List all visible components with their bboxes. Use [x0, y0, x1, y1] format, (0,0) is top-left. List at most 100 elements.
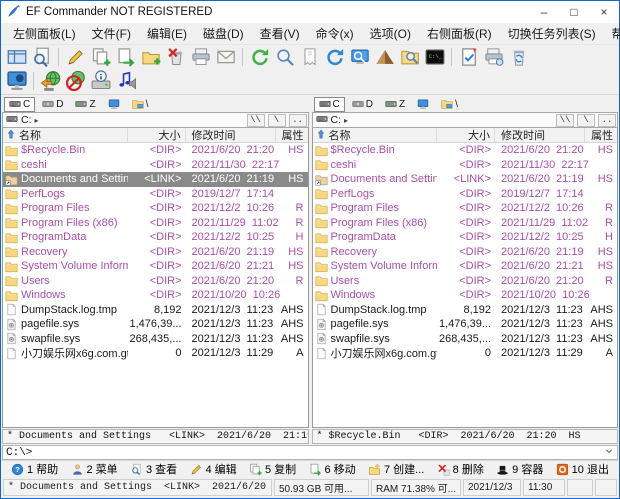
fkey-1[interactable]: ? 1 帮助	[11, 461, 58, 477]
menu-item[interactable]: 文件(F)	[84, 23, 139, 44]
preview-icon[interactable]	[29, 46, 54, 68]
file-row[interactable]: PerfLogs <DIR> 2019/12/7 17:14	[313, 187, 618, 202]
menu-item[interactable]: 帮助(H)	[604, 23, 620, 44]
fkey-3[interactable]: 3 查看	[130, 461, 177, 477]
column-header-size[interactable]: 大小	[437, 128, 495, 142]
fkey-10[interactable]: 10 退出	[556, 461, 609, 477]
minimize-button[interactable]: –	[529, 1, 559, 23]
column-header-modified[interactable]: 修改时间	[186, 128, 276, 142]
file-row[interactable]: swapfile.sys 268,435,... 2021/12/3 11:23 AH…	[3, 332, 308, 347]
compare-icon[interactable]	[297, 46, 322, 68]
command-line[interactable]: C:\>	[2, 445, 618, 460]
desktop-icon[interactable]	[4, 70, 29, 92]
print-icon[interactable]	[188, 46, 213, 68]
file-row[interactable]: Program Files <DIR> 2021/12/2 10:26 R	[3, 201, 308, 216]
file-row[interactable]: $Recycle.Bin <DIR> 2021/6/20 21:20 HS	[3, 143, 308, 158]
menu-item[interactable]: 磁盘(D)	[195, 23, 252, 44]
file-row[interactable]: pagefile.sys 1,476,39... 2021/12/3 11:23 AH…	[313, 317, 618, 332]
file-row[interactable]: Users <DIR> 2021/6/20 21:20 R	[3, 274, 308, 289]
file-row[interactable]: ceshi <DIR> 2021/11/30 22:17	[313, 158, 618, 173]
copy-icon[interactable]	[88, 46, 113, 68]
options-check-icon[interactable]	[456, 46, 481, 68]
file-row[interactable]: PerfLogs <DIR> 2019/12/7 17:14	[3, 187, 308, 202]
close-button[interactable]: ×	[589, 1, 619, 23]
column-header-attrs[interactable]: 属性	[585, 128, 617, 142]
column-header-attrs[interactable]: 属性	[276, 128, 308, 142]
recycle-bin-icon[interactable]	[506, 46, 531, 68]
drive-tab-D[interactable]: D	[37, 97, 68, 112]
fkey-2[interactable]: 2 菜单	[71, 461, 118, 477]
drive-tab-\[interactable]: \	[127, 97, 154, 112]
move-icon[interactable]	[113, 46, 138, 68]
mail-icon[interactable]	[213, 46, 238, 68]
left-path-bar[interactable]: C: ▸ \\ \ ..	[2, 112, 309, 128]
right-root-button[interactable]: \	[577, 113, 595, 127]
file-row[interactable]: ProgramData <DIR> 2021/12/2 10:25 H	[3, 230, 308, 245]
drive-tab-desktop[interactable]	[103, 97, 125, 112]
column-header-name[interactable]: 名称	[3, 128, 128, 142]
drive-tab-C[interactable]: C	[313, 96, 345, 112]
file-row[interactable]: DumpStack.log.tmp 8,192 2021/12/3 11:23 AHS	[313, 303, 618, 318]
map-network-drive-icon[interactable]	[38, 70, 63, 92]
file-row[interactable]: Users <DIR> 2021/6/20 21:20 R	[313, 274, 618, 289]
drive-tab-\[interactable]: \	[436, 97, 463, 112]
file-row[interactable]: Documents and Settings <LINK> 2021/6/20 21…	[313, 172, 618, 187]
folder-search-icon[interactable]	[397, 46, 422, 68]
file-row[interactable]: pagefile.sys 1,476,39... 2021/12/3 11:23 AH…	[3, 317, 308, 332]
file-row[interactable]: Recovery <DIR> 2021/6/20 21:19 HS	[3, 245, 308, 260]
right-parent-button[interactable]: ..	[598, 113, 616, 127]
drive-tab-D[interactable]: D	[347, 97, 378, 112]
left-parent-button[interactable]: ..	[288, 113, 307, 127]
file-row[interactable]: Windows <DIR> 2021/10/20 10:26	[313, 288, 618, 303]
file-row[interactable]: 小刀娱乐网x6g.com.gtxt 0 2021/12/3 11:29 A	[313, 346, 618, 361]
sounds-icon[interactable]	[113, 70, 138, 92]
path-expand-arrow-icon[interactable]: ▸	[344, 116, 348, 125]
fkey-9[interactable]: 9 容器	[496, 461, 543, 477]
pyramid-icon[interactable]	[372, 46, 397, 68]
file-row[interactable]: DumpStack.log.tmp 8,192 2021/12/3 11:23 AHS	[3, 303, 308, 318]
right-network-root-button[interactable]: \\	[556, 113, 574, 127]
delete-icon[interactable]	[163, 46, 188, 68]
new-folder-icon[interactable]	[138, 46, 163, 68]
file-row[interactable]: Windows <DIR> 2021/10/20 10:26	[3, 288, 308, 303]
left-network-root-button[interactable]: \\	[246, 113, 265, 127]
sync-icon[interactable]	[322, 46, 347, 68]
column-header-modified[interactable]: 修改时间	[495, 128, 585, 142]
file-row[interactable]: System Volume Informati... <DIR> 2021/6/20…	[3, 259, 308, 274]
refresh-icon[interactable]	[247, 46, 272, 68]
menu-item[interactable]: 编辑(E)	[139, 23, 195, 44]
file-row[interactable]: 小刀娱乐网x6g.com.gtxt 0 2021/12/3 11:29 A	[3, 346, 308, 361]
drive-info-icon[interactable]	[88, 70, 113, 92]
menu-item[interactable]: 命令(x)	[308, 23, 362, 44]
disconnect-drive-icon[interactable]	[63, 70, 88, 92]
fkey-5[interactable]: 5 复制	[249, 461, 296, 477]
print-setup-icon[interactable]	[481, 46, 506, 68]
fkey-7[interactable]: 7 创建...	[368, 461, 424, 477]
drive-tab-Z[interactable]: Z	[70, 97, 100, 112]
history-dropdown-icon[interactable]	[603, 445, 615, 461]
screen-search-icon[interactable]	[347, 46, 372, 68]
menu-item[interactable]: 左侧面板(L)	[5, 23, 84, 44]
fkey-8[interactable]: 8 删除	[437, 461, 484, 477]
edit-icon[interactable]	[63, 46, 88, 68]
file-row[interactable]: System Volume Informati... <DIR> 2021/6/20…	[313, 259, 618, 274]
file-row[interactable]: swapfile.sys 268,435,... 2021/12/3 11:23 AH…	[313, 332, 618, 347]
column-header-name[interactable]: 名称	[313, 128, 437, 142]
column-header-size[interactable]: 大小	[128, 128, 186, 142]
file-row[interactable]: Recovery <DIR> 2021/6/20 21:19 HS	[313, 245, 618, 260]
fkey-6[interactable]: 6 移动	[309, 461, 356, 477]
file-row[interactable]: Program Files <DIR> 2021/12/2 10:26 R	[313, 201, 618, 216]
file-row[interactable]: Program Files (x86) <DIR> 2021/11/29 11:02…	[3, 216, 308, 231]
drive-tab-C[interactable]: C	[4, 96, 36, 112]
menu-item[interactable]: 右侧面板(R)	[419, 23, 500, 44]
file-row[interactable]: Program Files (x86) <DIR> 2021/11/29 11:02…	[313, 216, 618, 231]
file-row[interactable]: ceshi <DIR> 2021/11/30 22:17	[3, 158, 308, 173]
fkey-4[interactable]: 4 编辑	[190, 461, 237, 477]
panels-icon[interactable]	[4, 46, 29, 68]
right-path-bar[interactable]: C: ▸ \\ \ ..	[311, 112, 618, 128]
path-expand-arrow-icon[interactable]: ▸	[35, 116, 39, 125]
maximize-button[interactable]: □	[559, 1, 589, 23]
terminal-icon[interactable]: C:\_	[422, 46, 447, 68]
search-icon[interactable]	[272, 46, 297, 68]
file-row[interactable]: $Recycle.Bin <DIR> 2021/6/20 21:20 HS	[313, 143, 618, 158]
